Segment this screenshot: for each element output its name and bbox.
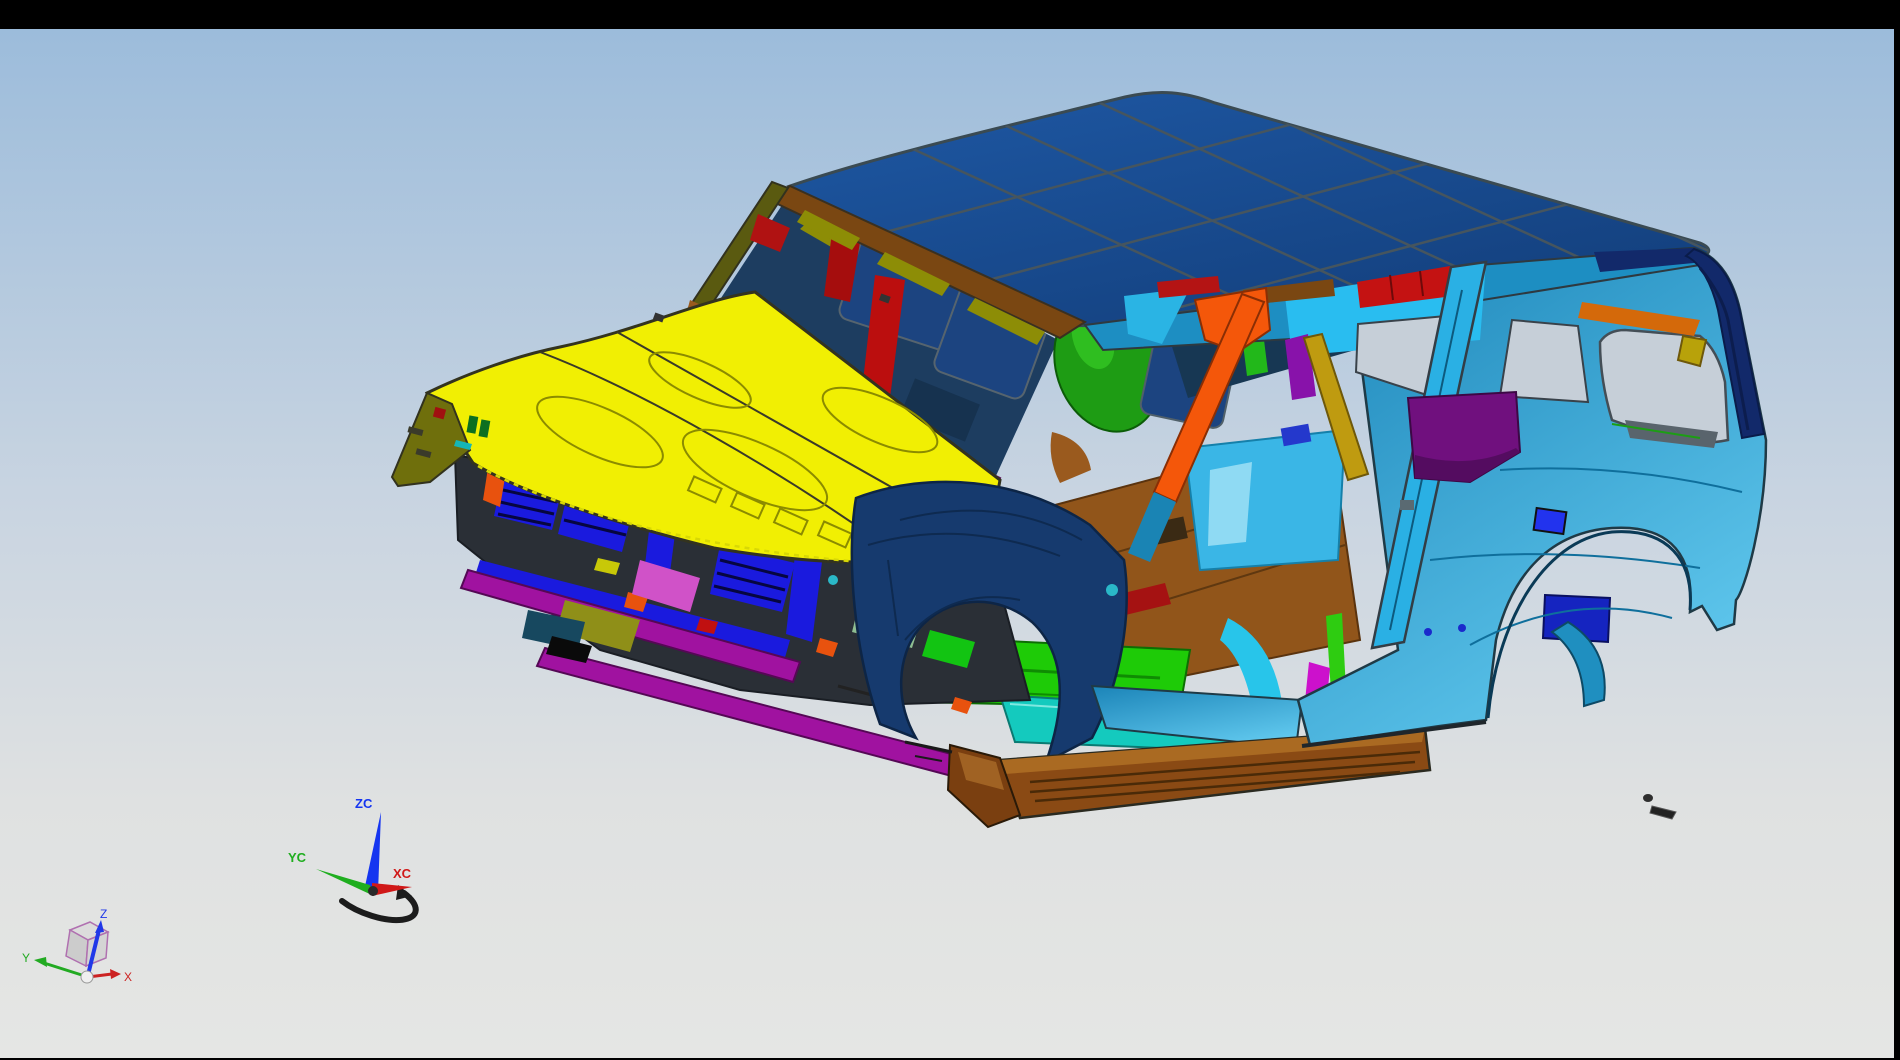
csys-origin-sphere[interactable]	[81, 971, 93, 983]
quarter-window-bracket-mustard	[1678, 336, 1706, 366]
wcs-y-label: YC	[288, 850, 307, 865]
rear-door-window-opening	[1500, 320, 1588, 402]
wcs-z-label: ZC	[355, 796, 373, 811]
abs-x-label: X	[124, 970, 132, 984]
top-black-bar	[0, 0, 1900, 29]
cad-viewport-canvas[interactable]: ZC YC XC Z Y X	[0, 0, 1900, 1060]
abs-y-label: Y	[22, 951, 30, 965]
cad-application-window: ZC YC XC Z Y X	[0, 0, 1900, 1060]
wcs-x-label: XC	[393, 866, 412, 881]
right-black-bar	[1894, 29, 1900, 1060]
abs-z-label: Z	[100, 907, 107, 921]
floor-pan-lightblue	[1185, 430, 1345, 570]
